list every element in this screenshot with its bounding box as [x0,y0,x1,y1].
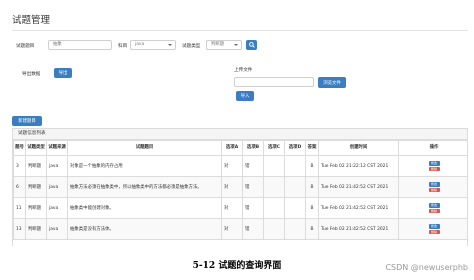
cell-option-d [284,197,306,219]
column-header: 试题来源 [46,140,68,156]
cell-actions: 修改 删除 [398,197,467,219]
column-header: 答案 [305,140,319,156]
delete-button[interactable]: 删除 [428,166,440,171]
cell-option-b: 错 [242,197,264,219]
app-screen: 试题管理 试题题目 抽象 科目 java 试题类型 判断题 导出数据 导出 上传… [8,0,468,246]
cell-id: 13 [13,218,26,240]
cell-type: 判断题 [25,155,47,177]
cell-created: Tue Feb 02 21:22:12 CST 2021 [318,155,399,177]
cell-option-b: 错 [242,155,264,177]
cell-option-c [263,197,285,219]
column-header: 试题题目 [67,140,222,156]
cell-option-c [263,176,285,198]
cell-actions: 修改 删除 [398,155,467,177]
table-row: 11 判断题 java 抽象类中能创建对象。 对 错 B Tue Feb 02 … [13,197,467,219]
cell-answer: B [305,176,319,198]
cell-option-b: 错 [242,176,264,198]
cell-actions: 修改 删除 [398,176,467,198]
column-header: 选项B [242,140,264,156]
file-path-input[interactable] [234,77,314,87]
cell-id: 3 [13,155,26,177]
title-divider [12,30,468,31]
cell-answer: B [305,155,319,177]
title-filter-input[interactable]: 抽象 [48,40,112,50]
cell-type: 判断题 [25,197,47,219]
column-header: 操作 [398,140,467,156]
table-row: 13 判断题 java 抽象类是没有方法体。 对 错 B Tue Feb 02 … [13,218,467,240]
cell-created: Tue Feb 02 21:42:52 CST 2021 [318,218,399,240]
cell-option-d [284,176,306,198]
cell-source: java [46,176,68,198]
edit-button[interactable]: 修改 [428,203,440,208]
cell-answer: B [305,197,319,219]
cell-actions: 修改 删除 [398,218,467,240]
cell-id: 11 [13,197,26,219]
cell-option-b: 错 [242,218,264,240]
page-title: 试题管理 [12,15,51,26]
delete-button[interactable]: 删除 [428,208,440,213]
cell-created: Tue Feb 02 21:42:52 CST 2021 [318,197,399,219]
delete-button[interactable]: 删除 [428,229,440,234]
table-row: 3 判断题 java 对象是一个抽象的内存占用 对 错 B Tue Feb 02… [13,155,467,177]
cell-type: 判断题 [25,218,47,240]
upload-label: 上传文件 [234,68,253,73]
column-header: 选项C [263,140,285,156]
cell-option-a: 对 [221,197,243,219]
export-button[interactable]: 导出 [54,68,72,78]
browse-file-button[interactable]: 浏览文件 [318,77,346,88]
column-header: 创建时间 [318,140,399,156]
cell-option-a: 对 [221,218,243,240]
type-filter-label: 试题类型 [182,44,201,49]
edit-button[interactable]: 修改 [428,182,440,187]
panel-title: 试题信息列表 [13,129,467,140]
cell-question: 对象是一个抽象的内存占用 [67,155,222,177]
search-button[interactable] [246,40,257,50]
cell-option-d [284,155,306,177]
new-question-button[interactable]: 新建题目 [12,116,42,126]
delete-button[interactable]: 删除 [428,187,440,192]
table-header-row: 题号 试题类型 试题来源 试题题目 选项A 选项B 选项C 选项D 答案 创建时… [13,140,467,156]
import-button[interactable]: 导入 [236,91,254,101]
cell-option-c [263,218,285,240]
column-header: 试题类型 [25,140,47,156]
edit-button[interactable]: 修改 [428,224,440,229]
cell-option-d [284,218,306,240]
cell-option-a: 对 [221,155,243,177]
cell-option-a: 对 [221,176,243,198]
edit-button[interactable]: 修改 [428,161,440,166]
search-icon [248,42,255,48]
subject-filter-label: 科目 [118,44,128,49]
column-header: 选项D [284,140,306,156]
export-label: 导出数据 [22,72,41,77]
title-filter-label: 试题题目 [16,44,35,49]
cell-created: Tue Feb 02 21:42:52 CST 2021 [318,176,399,198]
question-table: 题号 试题类型 试题来源 试题题目 选项A 选项B 选项C 选项D 答案 创建时… [13,140,467,240]
question-list-panel: 试题信息列表 题号 试题类型 试题来源 试题题目 选项A 选项B 选项C 选项D… [12,128,468,246]
table-row: 6 判断题 java 抽象方法必须在抽象类中，所以抽象类中的方法都必须是抽象方法… [13,176,467,198]
cell-answer: B [305,218,319,240]
subject-select[interactable]: java [130,40,176,50]
cell-question: 抽象类中能创建对象。 [67,197,222,219]
column-header: 题号 [13,140,26,156]
cell-source: java [46,155,68,177]
cell-id: 6 [13,176,26,198]
cell-question: 抽象方法必须在抽象类中，所以抽象类中的方法都必须是抽象方法。 [67,176,222,198]
type-select[interactable]: 判断题 [206,40,242,50]
watermark: CSDN @newuserphb [385,263,468,272]
cell-option-c [263,155,285,177]
cell-type: 判断题 [25,176,47,198]
column-header: 选项A [221,140,243,156]
cell-question: 抽象类是没有方法体。 [67,218,222,240]
cell-source: java [46,197,68,219]
cell-source: java [46,218,68,240]
